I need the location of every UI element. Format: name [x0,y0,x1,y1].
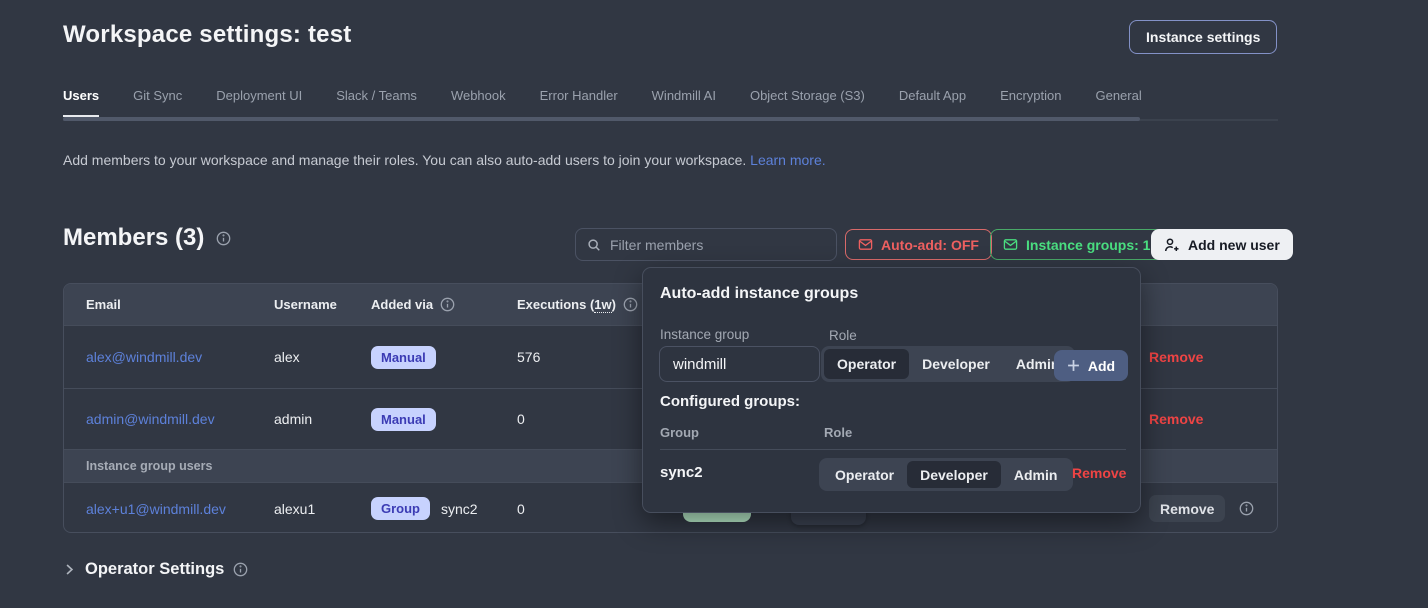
tab-webhook[interactable]: Webhook [451,88,506,117]
instance-settings-button[interactable]: Instance settings [1129,20,1277,54]
member-username: alexu1 [274,501,371,517]
role-label: Role [829,328,857,343]
role-option-developer[interactable]: Developer [909,349,1003,379]
tab-object-storage[interactable]: Object Storage (S3) [750,88,865,117]
operator-settings-label: Operator Settings [85,560,224,579]
members-info-icon[interactable] [216,231,231,246]
mail-icon [1003,237,1018,252]
add-new-user-label: Add new user [1188,237,1280,253]
auto-add-label: Auto-add: OFF [881,237,979,253]
remove-configured-group-button[interactable]: Remove [1072,465,1126,481]
configured-group-name: sync2 [660,464,703,481]
chevron-right-icon [63,563,76,576]
added-via-badge: Manual [371,408,436,431]
tab-error-handler[interactable]: Error Handler [540,88,618,117]
role-option-operator[interactable]: Operator [822,461,907,488]
header-added-via: Added via [371,297,517,312]
remove-member-button[interactable]: Remove [1149,495,1225,522]
plus-icon [1067,359,1080,372]
configured-groups-heading: Configured groups: [660,393,800,410]
added-via-info-icon[interactable] [440,297,455,312]
tab-default-app[interactable]: Default App [899,88,966,117]
executions-info-icon[interactable] [623,297,638,312]
header-added-via-label: Added via [371,297,433,312]
add-group-button[interactable]: Add [1054,350,1128,381]
add-new-user-button[interactable]: Add new user [1151,229,1293,260]
members-heading: Members (3) [63,224,231,252]
auto-add-button[interactable]: Auto-add: OFF [845,229,992,260]
group-column-label: Group [660,425,699,440]
instance-groups-button[interactable]: Instance groups: 1 [990,229,1163,260]
operator-settings-info-icon[interactable] [233,562,248,577]
auto-add-instance-groups-popup: Auto-add instance groups Instance group … [642,267,1141,513]
instance-groups-label: Instance groups: 1 [1026,237,1150,253]
member-email-link[interactable]: admin@windmill.dev [86,411,215,427]
search-icon [587,238,601,252]
remove-member-button[interactable]: Remove [1149,349,1203,365]
added-via-group-name: sync2 [441,501,478,517]
instance-group-label: Instance group [660,327,749,342]
learn-more-link[interactable]: Learn more. [750,152,825,168]
page-title: Workspace settings: test [63,21,351,49]
members-heading-label: Members (3) [63,224,204,252]
role-option-developer[interactable]: Developer [907,461,1001,488]
header-username: Username [274,297,371,312]
user-plus-icon [1164,237,1180,253]
member-username: alex [274,349,371,365]
tab-slack-teams[interactable]: Slack / Teams [336,88,417,117]
new-group-role-segmented: Operator Developer Admin [821,346,1075,382]
role-option-admin[interactable]: Admin [1001,461,1071,488]
tab-general[interactable]: General [1095,88,1141,117]
added-via-badge: Group [371,497,430,520]
header-email: Email [86,297,274,312]
settings-tab-bar: Users Git Sync Deployment UI Slack / Tea… [63,88,1278,117]
tab-git-sync[interactable]: Git Sync [133,88,182,117]
added-via-badge: Manual [371,346,436,369]
popup-divider [660,449,1126,450]
popup-title: Auto-add instance groups [660,285,858,303]
workspace-settings-page: Workspace settings: test Instance settin… [0,0,1428,608]
tab-deployment-ui[interactable]: Deployment UI [216,88,302,117]
remove-info-icon[interactable] [1239,501,1254,516]
role-column-label: Role [824,425,852,440]
tab-windmill-ai[interactable]: Windmill AI [652,88,716,117]
filter-members-search[interactable] [575,228,837,261]
mail-icon [858,237,873,252]
tab-users[interactable]: Users [63,88,99,117]
members-description: Add members to your workspace and manage… [63,152,826,168]
configured-group-role-segmented: Operator Developer Admin [819,458,1073,491]
member-email-link[interactable]: alex+u1@windmill.dev [86,501,226,517]
remove-member-button[interactable]: Remove [1149,411,1203,427]
instance-group-input[interactable] [659,346,820,382]
member-username: admin [274,411,371,427]
tabs-scrollbar-thumb[interactable] [63,117,1140,121]
member-email-link[interactable]: alex@windmill.dev [86,349,202,365]
role-option-operator[interactable]: Operator [824,349,909,379]
tab-encryption[interactable]: Encryption [1000,88,1061,117]
operator-settings-toggle[interactable]: Operator Settings [63,560,248,579]
filter-members-input[interactable] [610,237,825,253]
add-group-label: Add [1088,358,1115,374]
members-description-text: Add members to your workspace and manage… [63,152,746,168]
